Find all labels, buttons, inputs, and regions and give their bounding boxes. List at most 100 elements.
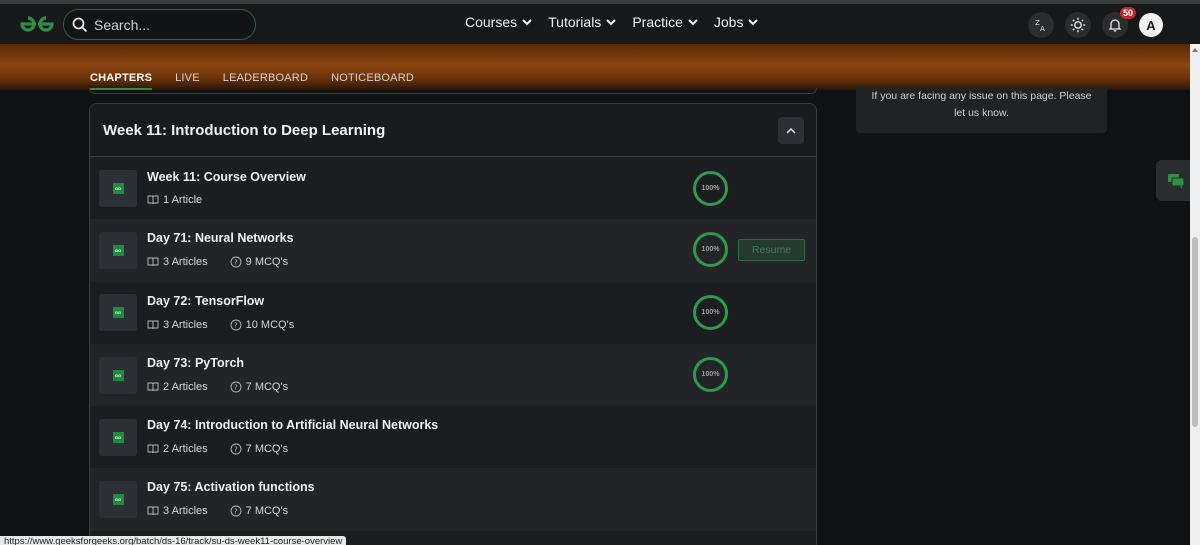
articles-label: 2 Articles bbox=[163, 443, 208, 456]
chapter-row[interactable]: GG Week 11: Course Overview 1 Article 10… bbox=[90, 157, 816, 220]
resume-button[interactable]: Resume bbox=[738, 239, 805, 262]
chapter-row[interactable]: GG Day 75: Activation functions 3 Articl… bbox=[90, 468, 816, 531]
header-actions: Z A 50 A bbox=[1028, 7, 1163, 38]
chapter-title[interactable]: Week 11: Course Overview bbox=[147, 170, 306, 184]
gfg-mini-logo-icon: GG bbox=[112, 431, 124, 443]
articles-label: 1 Article bbox=[163, 194, 203, 206]
mcq-label: 7 MCQ's bbox=[245, 505, 289, 518]
chapter-title[interactable]: Day 75: Activation functions bbox=[147, 480, 315, 494]
search-box[interactable]: Search... bbox=[63, 9, 256, 40]
question-circle-icon: ? bbox=[230, 256, 242, 268]
mcq-count: ? 7 MCQ's bbox=[230, 381, 288, 393]
search-placeholder: Search... bbox=[94, 16, 151, 33]
articles-count: 2 Articles bbox=[147, 443, 208, 455]
chapter-row[interactable]: GG Day 74: Introduction to Artificial Ne… bbox=[90, 406, 816, 469]
nav-tutorials-label: Tutorials bbox=[548, 14, 602, 30]
chapter-thumbnail: GG bbox=[99, 169, 137, 207]
gfg-mini-logo-icon: GG bbox=[112, 244, 124, 256]
articles-label: 3 Articles bbox=[163, 505, 208, 518]
articles-label: 3 Articles bbox=[163, 318, 208, 331]
week-section-card: Week 11: Introduction to Deep Learning G… bbox=[89, 103, 817, 545]
chevron-down-icon bbox=[606, 18, 617, 25]
question-circle-icon: ? bbox=[230, 381, 242, 393]
main-nav: Courses Tutorials Practice Jobs bbox=[465, 14, 774, 30]
mcq-count: ? 10 MCQ's bbox=[230, 318, 295, 331]
chapter-meta: 1 Article bbox=[147, 194, 224, 206]
mcq-count: ? 9 MCQ's bbox=[230, 256, 288, 268]
articles-count: 3 Articles bbox=[147, 256, 208, 268]
chevron-down-icon bbox=[748, 18, 759, 25]
chapter-meta: 3 Articles ? 9 MCQ's bbox=[147, 256, 310, 268]
book-icon bbox=[147, 444, 159, 454]
mcq-label: 10 MCQ's bbox=[245, 318, 295, 331]
previous-section-card bbox=[89, 88, 817, 94]
chapter-meta: 2 Articles ? 7 MCQ's bbox=[147, 443, 310, 455]
avatar[interactable]: A bbox=[1139, 13, 1163, 37]
book-icon bbox=[147, 320, 159, 329]
svg-text:?: ? bbox=[234, 508, 238, 516]
articles-count: 1 Article bbox=[147, 194, 202, 206]
bell-icon bbox=[1108, 19, 1122, 32]
chapter-meta: 3 Articles ? 7 MCQ's bbox=[147, 505, 310, 517]
mcq-count: ? 7 MCQ's bbox=[230, 505, 288, 517]
book-icon bbox=[147, 507, 159, 516]
svg-text:?: ? bbox=[234, 446, 238, 454]
svg-text:?: ? bbox=[234, 259, 238, 267]
book-icon bbox=[147, 195, 159, 205]
progress-ring: 100% bbox=[693, 171, 728, 206]
chapter-thumbnail: GG bbox=[99, 356, 137, 394]
scroll-up-arrow[interactable] bbox=[1192, 48, 1198, 52]
sun-icon bbox=[1070, 17, 1086, 33]
progress-ring: 100% bbox=[693, 294, 728, 330]
svg-text:A: A bbox=[1040, 25, 1045, 32]
chapter-row[interactable]: GG Day 73: PyTorch 2 Articles ? 7 MCQ's … bbox=[90, 343, 816, 407]
svg-text:?: ? bbox=[234, 321, 238, 329]
chapter-meta: 3 Articles ? 10 MCQ's bbox=[147, 319, 316, 331]
chapter-title[interactable]: Day 73: PyTorch bbox=[147, 356, 244, 370]
mcq-label: 7 MCQ's bbox=[245, 380, 289, 393]
nav-practice[interactable]: Practice bbox=[632, 14, 698, 30]
progress-ring: 100% bbox=[693, 232, 728, 268]
articles-label: 3 Articles bbox=[163, 256, 208, 269]
gfg-logo[interactable] bbox=[18, 14, 56, 34]
mcq-label: 9 MCQ's bbox=[245, 256, 289, 269]
chevron-down-icon bbox=[522, 18, 532, 25]
chapter-row[interactable]: GG Day 72: TensorFlow 3 Articles ? 10 MC… bbox=[90, 281, 816, 344]
mcq-count: ? 7 MCQ's bbox=[230, 443, 288, 455]
section-header[interactable]: Week 11: Introduction to Deep Learning bbox=[90, 104, 816, 157]
scrollbar-thumb[interactable] bbox=[1192, 237, 1198, 427]
articles-count: 3 Articles bbox=[147, 319, 208, 331]
articles-count: 2 Articles bbox=[147, 381, 208, 393]
articles-label: 2 Articles bbox=[163, 380, 208, 393]
chapter-title[interactable]: Day 72: TensorFlow bbox=[147, 294, 264, 308]
notification-badge: 50 bbox=[1119, 7, 1136, 19]
search-icon bbox=[72, 17, 88, 32]
chapter-row[interactable]: GG Day 71: Neural Networks 3 Articles ? … bbox=[90, 219, 816, 282]
nav-jobs[interactable]: Jobs bbox=[714, 14, 759, 30]
translate-icon: Z A bbox=[1035, 19, 1045, 32]
page-scrollbar[interactable] bbox=[1190, 44, 1200, 545]
chapter-title[interactable]: Day 71: Neural Networks bbox=[147, 231, 294, 245]
book-icon bbox=[147, 382, 159, 391]
question-circle-icon: ? bbox=[230, 506, 242, 517]
nav-tutorials[interactable]: Tutorials bbox=[548, 14, 617, 30]
question-circle-icon: ? bbox=[230, 443, 242, 455]
nav-courses[interactable]: Courses bbox=[465, 14, 532, 30]
nav-jobs-label: Jobs bbox=[713, 14, 744, 30]
svg-text:?: ? bbox=[234, 383, 238, 391]
gfg-mini-logo-icon: GG bbox=[112, 182, 124, 194]
chapter-title[interactable]: Day 74: Introduction to Artificial Neura… bbox=[147, 418, 438, 432]
theme-toggle-button[interactable] bbox=[1065, 12, 1091, 38]
gfg-mini-logo-icon: GG bbox=[112, 369, 124, 381]
book-icon bbox=[147, 257, 159, 267]
section-title: Week 11: Introduction to Deep Learning bbox=[103, 121, 386, 139]
nav-practice-label: Practice bbox=[632, 14, 683, 30]
report-issue-box[interactable]: If you are facing any issue on this page… bbox=[856, 88, 1107, 133]
translate-button[interactable]: Z A bbox=[1028, 12, 1054, 38]
mcq-label: 7 MCQ's bbox=[245, 443, 289, 456]
collapse-button[interactable] bbox=[778, 117, 804, 144]
gfg-mini-logo-icon: GG bbox=[112, 494, 124, 506]
notifications-button[interactable]: 50 bbox=[1102, 7, 1136, 38]
chat-icon bbox=[1168, 173, 1185, 188]
chapter-thumbnail: GG bbox=[99, 294, 137, 332]
